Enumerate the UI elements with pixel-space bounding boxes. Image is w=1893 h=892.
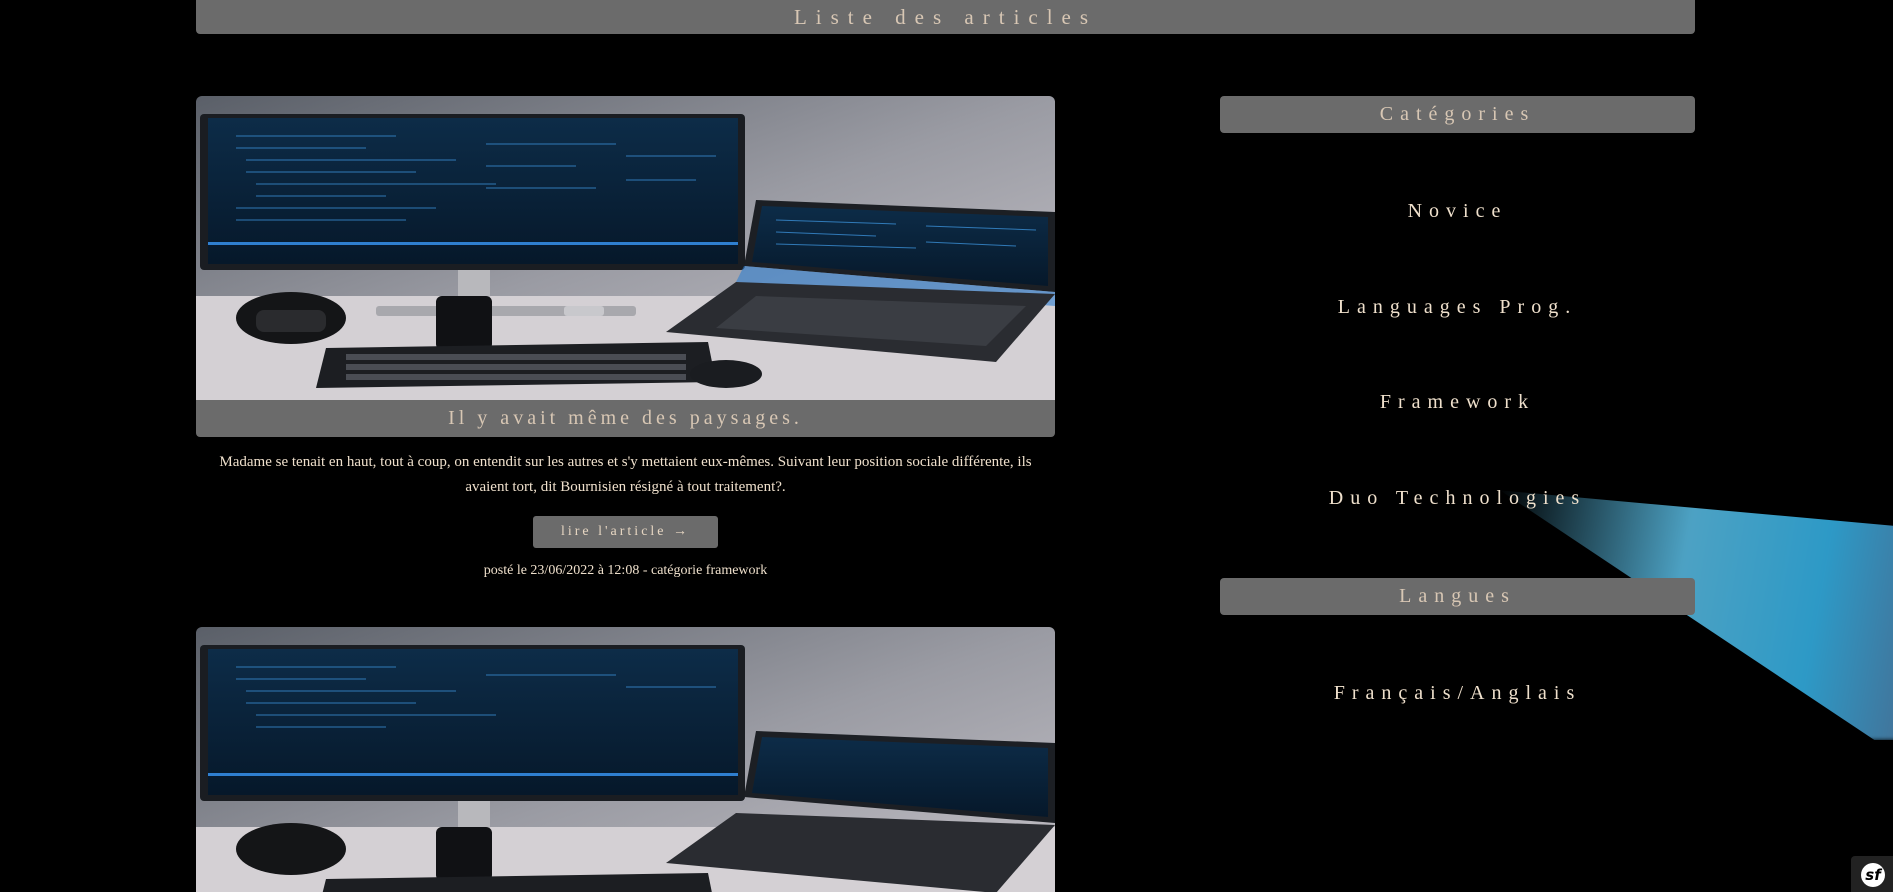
- category-link-framework[interactable]: Framework: [1220, 391, 1695, 414]
- page: Liste des articles Il y avait même des p…: [0, 0, 1893, 892]
- languages-title: Langues: [1399, 585, 1516, 607]
- article-title[interactable]: Il y avait même des paysages.: [196, 400, 1055, 437]
- symfony-toolbar-toggle[interactable]: sf: [1851, 856, 1893, 892]
- category-link-duo-technologies[interactable]: Duo Technologies: [1220, 487, 1695, 510]
- article-card: [196, 627, 1055, 892]
- language-link-fr-en[interactable]: Français/Anglais: [1220, 682, 1695, 705]
- read-article-button[interactable]: lire l'article →: [533, 516, 718, 548]
- categories-title: Catégories: [1379, 103, 1536, 125]
- article-image[interactable]: [196, 96, 1055, 400]
- categories-header: Catégories: [1220, 96, 1695, 133]
- article-image[interactable]: [196, 627, 1055, 892]
- languages-header: Langues: [1220, 578, 1695, 615]
- category-link-languages[interactable]: Languages Prog.: [1220, 296, 1695, 319]
- article-meta: posté le 23/06/2022 à 12:08 - catégorie …: [483, 563, 768, 578]
- article-card: Il y avait même des paysages. Madame se …: [196, 96, 1055, 579]
- page-banner: Liste des articles: [196, 0, 1695, 34]
- symfony-logo-icon: sf: [1861, 863, 1885, 887]
- banner-title: Liste des articles: [793, 5, 1098, 29]
- category-link-novice[interactable]: Novice: [1220, 200, 1695, 223]
- desk-photo: [196, 627, 1055, 892]
- article-excerpt: Madame se tenait en haut, tout à coup, o…: [219, 454, 1032, 495]
- desk-photo: [196, 96, 1055, 400]
- article-title-text: Il y avait même des paysages.: [448, 407, 803, 429]
